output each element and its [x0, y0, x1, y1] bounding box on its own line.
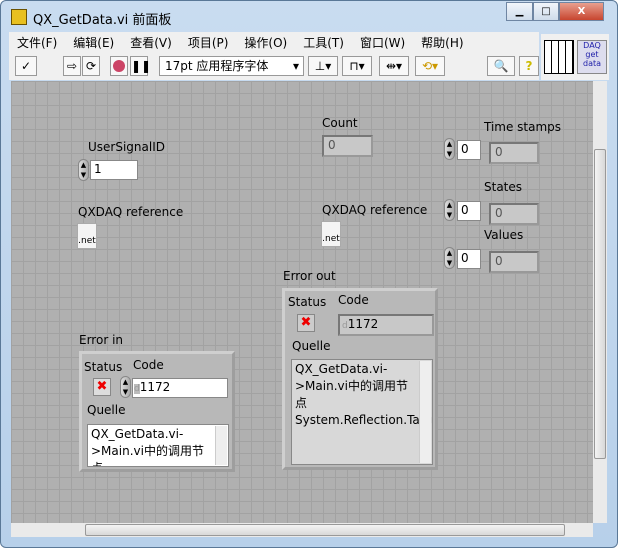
array-index-spinner[interactable]: ▲ ▼: [444, 247, 455, 269]
search-icon[interactable]: 🔍: [487, 56, 515, 76]
menu-view[interactable]: 查看(V): [122, 32, 180, 52]
dotnet-refnum-icon: .net: [321, 221, 341, 247]
reorder-button[interactable]: ⟲▾: [415, 56, 445, 76]
window-title: QX_GetData.vi 前面板: [33, 13, 172, 28]
vertical-scrollbar[interactable]: [593, 81, 607, 523]
pause-button[interactable]: ❚❚: [130, 56, 151, 76]
count-label: Count: [322, 116, 358, 130]
daq-vi-icon: DAQ get data: [577, 40, 607, 74]
scroll-thumb[interactable]: [85, 524, 565, 536]
error-source-value: QX_GetData.vi->Main.vi中的调用节点: [91, 427, 204, 466]
values-element: 0: [489, 251, 539, 273]
error-status-icon: ✖: [297, 314, 315, 332]
code-label: Code: [133, 358, 164, 372]
minimize-button[interactable]: ▁: [506, 2, 533, 21]
dotnet-refnum-icon[interactable]: .net: [77, 223, 97, 249]
values-label: Values: [484, 228, 524, 242]
scrollbar[interactable]: [419, 361, 431, 463]
menu-window[interactable]: 窗口(W): [352, 32, 413, 52]
align-objects-button[interactable]: ⊥▾: [308, 56, 338, 76]
increment-decrement-icon[interactable]: ▲ ▼: [120, 376, 131, 398]
array-index-spinner[interactable]: ▲ ▼: [444, 199, 455, 221]
qxdaq-ref-out-label: QXDAQ reference: [322, 203, 428, 217]
horizontal-scrollbar[interactable]: [11, 523, 593, 537]
error-source-text: QX_GetData.vi->Main.vi中的调用节点 System.Refl…: [291, 359, 433, 465]
source-label: Quelle: [292, 339, 331, 353]
front-panel: UserSignalID ▲ ▼ 1 QXDAQ reference .net C…: [11, 81, 593, 523]
toolbar: ✓ ⇨ ⟳ ❚❚ 17pt 应用程序字体 ▾ ⊥▾ ⊓▾ ⇹▾ ⟲▾ 🔍 ?: [9, 52, 539, 80]
count-indicator: 0: [322, 135, 373, 157]
menu-help[interactable]: 帮助(H): [413, 32, 471, 52]
error-source-value: QX_GetData.vi->Main.vi中的调用节点 System.Refl…: [295, 362, 433, 427]
resize-objects-button[interactable]: ⇹▾: [379, 56, 409, 76]
error-status-checkbox[interactable]: ✖: [93, 378, 111, 396]
error-code-input[interactable]: d1172: [132, 378, 228, 398]
edit-mode-icon[interactable]: ✓: [15, 56, 37, 76]
error-code-value: 1172: [139, 380, 171, 394]
menu-tools[interactable]: 工具(T): [295, 32, 352, 52]
help-icon[interactable]: ?: [519, 56, 539, 76]
connector-pane: DAQ get data: [541, 34, 609, 80]
status-label: Status: [288, 295, 327, 309]
error-in-cluster: Status Code ✖ ▲ ▼ d1172 Quelle QX_GetData…: [79, 351, 235, 472]
error-code-indicator: d1172: [338, 314, 434, 336]
run-button[interactable]: ⇨: [63, 56, 81, 76]
maximize-button[interactable]: □: [533, 2, 559, 21]
distribute-objects-button[interactable]: ⊓▾: [342, 56, 372, 76]
scrollbar[interactable]: [215, 426, 227, 465]
run-continuously-button[interactable]: ⟳: [82, 56, 100, 76]
font-select[interactable]: 17pt 应用程序字体 ▾: [159, 56, 304, 76]
code-label: Code: [338, 293, 369, 307]
menu-operate[interactable]: 操作(O): [236, 32, 295, 52]
error-out-label: Error out: [283, 269, 336, 283]
chevron-down-icon: ▾: [292, 59, 299, 73]
states-element: 0: [489, 203, 539, 225]
menu-file[interactable]: 文件(F): [9, 32, 65, 52]
close-button[interactable]: X: [559, 2, 604, 21]
user-signal-label: UserSignalID: [88, 140, 165, 154]
scroll-thumb[interactable]: [594, 149, 606, 459]
qxdaq-ref-in-label: QXDAQ reference: [78, 205, 184, 219]
error-out-cluster: Status Code ✖ d1172 Quelle QX_GetData.vi…: [282, 288, 438, 470]
font-value: 17pt 应用程序字体: [165, 59, 269, 73]
states-label: States: [484, 180, 523, 194]
menu-bar: 文件(F) 编辑(E) 查看(V) 项目(P) 操作(O) 工具(T) 窗口(W…: [9, 32, 539, 52]
status-label: Status: [84, 360, 123, 374]
vi-icon: [11, 9, 27, 25]
connector-pane-icon: [544, 40, 574, 74]
menu-edit[interactable]: 编辑(E): [65, 32, 122, 52]
time-stamps-label: Time stamps: [484, 120, 562, 134]
error-in-label: Error in: [79, 333, 124, 347]
increment-decrement-icon[interactable]: ▲ ▼: [78, 159, 89, 181]
source-label: Quelle: [87, 403, 126, 417]
menu-project[interactable]: 项目(P): [180, 32, 237, 52]
time-stamps-element: 0: [489, 142, 539, 164]
error-code-value: 1172: [347, 317, 379, 331]
labview-window: QX_GetData.vi 前面板 ▁ □ X 文件(F) 编辑(E) 查看(V…: [0, 0, 618, 548]
time-stamps-index[interactable]: 0: [457, 140, 481, 160]
values-index[interactable]: 0: [457, 249, 481, 269]
error-source-input[interactable]: QX_GetData.vi->Main.vi中的调用节点: [87, 424, 229, 467]
abort-button[interactable]: [110, 56, 128, 76]
array-index-spinner[interactable]: ▲ ▼: [444, 138, 455, 160]
user-signal-input[interactable]: 1: [90, 160, 138, 180]
states-index[interactable]: 0: [457, 201, 481, 221]
